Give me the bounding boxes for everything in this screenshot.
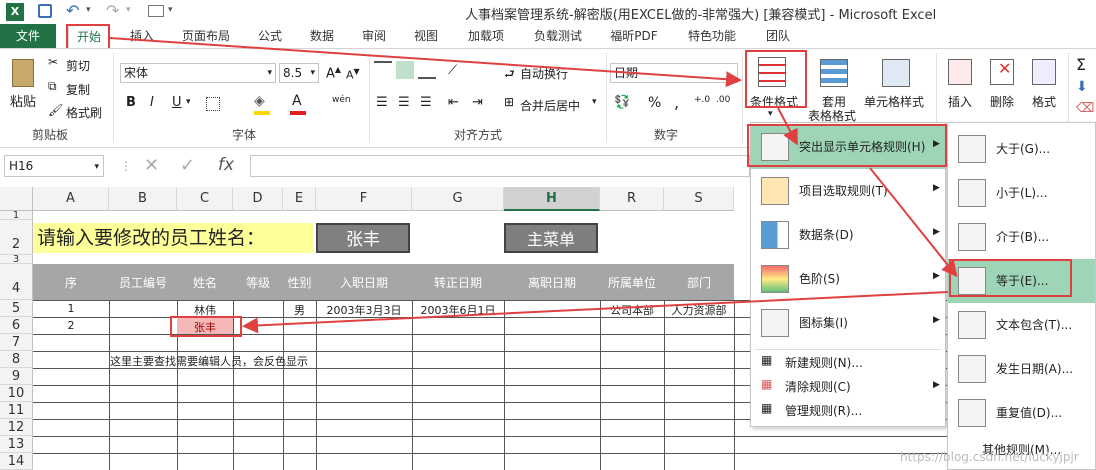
arrow-menu-to-equal: [869, 167, 958, 278]
arrow-cond-to-menu: [777, 107, 798, 146]
arrow-home-to-cond: [109, 37, 742, 88]
annotation-arrows: [109, 37, 958, 334]
arrow-equal-to-cell: [242, 291, 949, 334]
